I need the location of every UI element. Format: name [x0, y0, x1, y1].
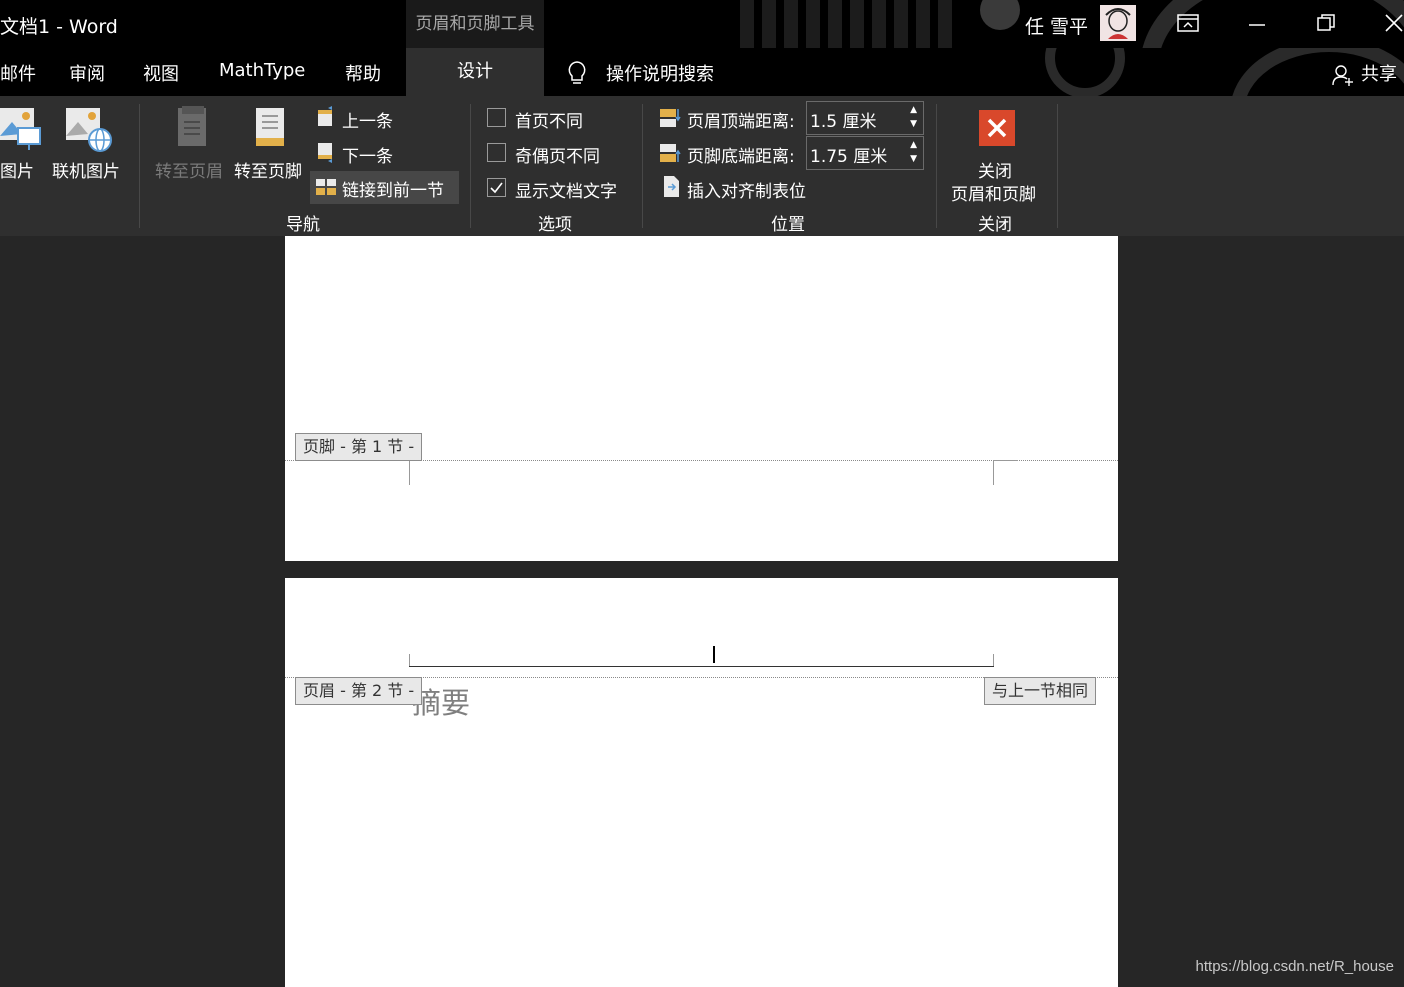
share-person-icon[interactable]	[1331, 63, 1355, 87]
show-document-text-checkbox[interactable]	[487, 178, 506, 197]
footer-position-icon	[660, 142, 682, 164]
spin-down-icon[interactable]: ▼	[910, 154, 917, 164]
spin-down-icon[interactable]: ▼	[910, 119, 917, 129]
close-window-icon[interactable]	[1383, 12, 1404, 34]
footer-from-bottom-spinner[interactable]: 1.75 厘米 ▲ ▼	[806, 136, 924, 170]
header-underline	[409, 666, 994, 667]
header-section-tag: 页眉 - 第 2 节 -	[295, 677, 423, 705]
footer-from-bottom-value: 1.75 厘米	[810, 147, 888, 167]
different-odd-even-label: 奇偶页不同	[515, 147, 600, 167]
tab-mailings[interactable]: 邮件	[0, 60, 36, 86]
next-button[interactable]: 下一条	[342, 142, 393, 167]
goto-header-icon	[176, 106, 210, 148]
online-picture-icon[interactable]	[66, 106, 112, 152]
different-first-page-checkbox[interactable]	[487, 108, 506, 127]
avatar-portrait-icon	[1105, 8, 1131, 39]
header-from-top-spinner[interactable]: 1.5 厘米 ▲ ▼	[806, 101, 924, 135]
margin-mark	[409, 654, 410, 666]
previous-button[interactable]: 上一条	[342, 107, 393, 132]
footer-from-bottom-label: 页脚底端距离:	[687, 147, 795, 167]
group-separator	[1057, 104, 1058, 228]
header-position-icon	[660, 107, 682, 129]
link-previous-icon	[315, 177, 337, 197]
close-header-footer-line1[interactable]: 关闭	[978, 157, 1012, 182]
group-separator	[936, 104, 937, 228]
tab-help[interactable]: 帮助	[345, 60, 381, 86]
insert-alignment-tab-button[interactable]: 插入对齐制表位	[687, 177, 806, 202]
same-as-previous-tag: 与上一节相同	[984, 677, 1097, 705]
document-page-1[interactable]	[285, 236, 1118, 561]
background-decoration	[980, 0, 1020, 30]
group-label-options: 选项	[538, 215, 572, 235]
link-to-previous-label: 链接到前一节	[342, 181, 444, 201]
margin-mark	[993, 654, 994, 666]
window-title: 文档1 - Word	[0, 16, 118, 38]
group-separator	[470, 104, 471, 228]
spin-up-icon[interactable]: ▲	[910, 140, 917, 150]
text-cursor	[713, 646, 715, 663]
picture-icon[interactable]	[0, 106, 42, 152]
spin-up-icon[interactable]: ▲	[910, 105, 917, 115]
context-tab-title: 页眉和页脚工具	[406, 0, 544, 48]
group-separator	[139, 104, 140, 228]
watermark-text: https://blog.csdn.net/R_house	[1195, 958, 1394, 975]
document-page-2[interactable]	[285, 578, 1118, 987]
tab-design[interactable]: 设计	[406, 48, 544, 96]
show-document-text-label: 显示文档文字	[515, 182, 617, 202]
background-decoration	[1045, 48, 1125, 96]
restore-icon[interactable]	[1315, 12, 1337, 34]
alignment-tab-icon	[662, 175, 682, 199]
close-header-footer-line2[interactable]: 页眉和页脚	[951, 180, 1036, 205]
minimize-icon[interactable]	[1246, 14, 1268, 36]
group-label-position: 位置	[771, 215, 805, 235]
avatar[interactable]	[1100, 5, 1136, 41]
background-decoration	[740, 0, 960, 48]
margin-mark	[409, 461, 410, 485]
header-from-top-value: 1.5 厘米	[810, 112, 877, 132]
margin-mark	[993, 460, 1018, 461]
group-label-close: 关闭	[978, 215, 1012, 235]
ribbon-display-options-icon[interactable]	[1176, 12, 1200, 34]
group-separator	[642, 104, 643, 228]
title-bar: 文档1 - Word 页眉和页脚工具 任 雪平	[0, 0, 1404, 48]
tab-review[interactable]: 审阅	[69, 60, 105, 86]
online-pictures-button[interactable]: 联机图片	[52, 157, 120, 182]
goto-header-button[interactable]: 转至页眉	[155, 157, 223, 182]
header-from-top-label: 页眉顶端距离:	[687, 112, 795, 132]
link-to-previous-button[interactable]: 链接到前一节	[310, 171, 459, 204]
user-name[interactable]: 任 雪平	[1025, 12, 1088, 39]
group-label-navigation: 导航	[286, 215, 320, 235]
checkmark-icon	[490, 182, 503, 194]
next-icon	[316, 141, 336, 163]
previous-icon	[316, 106, 336, 128]
tell-me-search[interactable]: 操作说明搜索	[606, 60, 714, 86]
margin-mark	[993, 461, 994, 485]
share-button[interactable]: 共享	[1361, 60, 1397, 86]
tab-mathtype[interactable]: MathType	[219, 60, 305, 81]
lightbulb-icon	[566, 60, 588, 86]
different-first-page-label: 首页不同	[515, 112, 583, 132]
footer-section-tag: 页脚 - 第 1 节 -	[295, 433, 423, 461]
pictures-button[interactable]: 图片	[0, 157, 34, 182]
tab-view[interactable]: 视图	[143, 60, 179, 86]
different-odd-even-checkbox[interactable]	[487, 143, 506, 162]
goto-footer-icon	[254, 106, 288, 148]
goto-footer-button[interactable]: 转至页脚	[234, 157, 302, 182]
close-header-footer-icon[interactable]	[979, 110, 1015, 146]
